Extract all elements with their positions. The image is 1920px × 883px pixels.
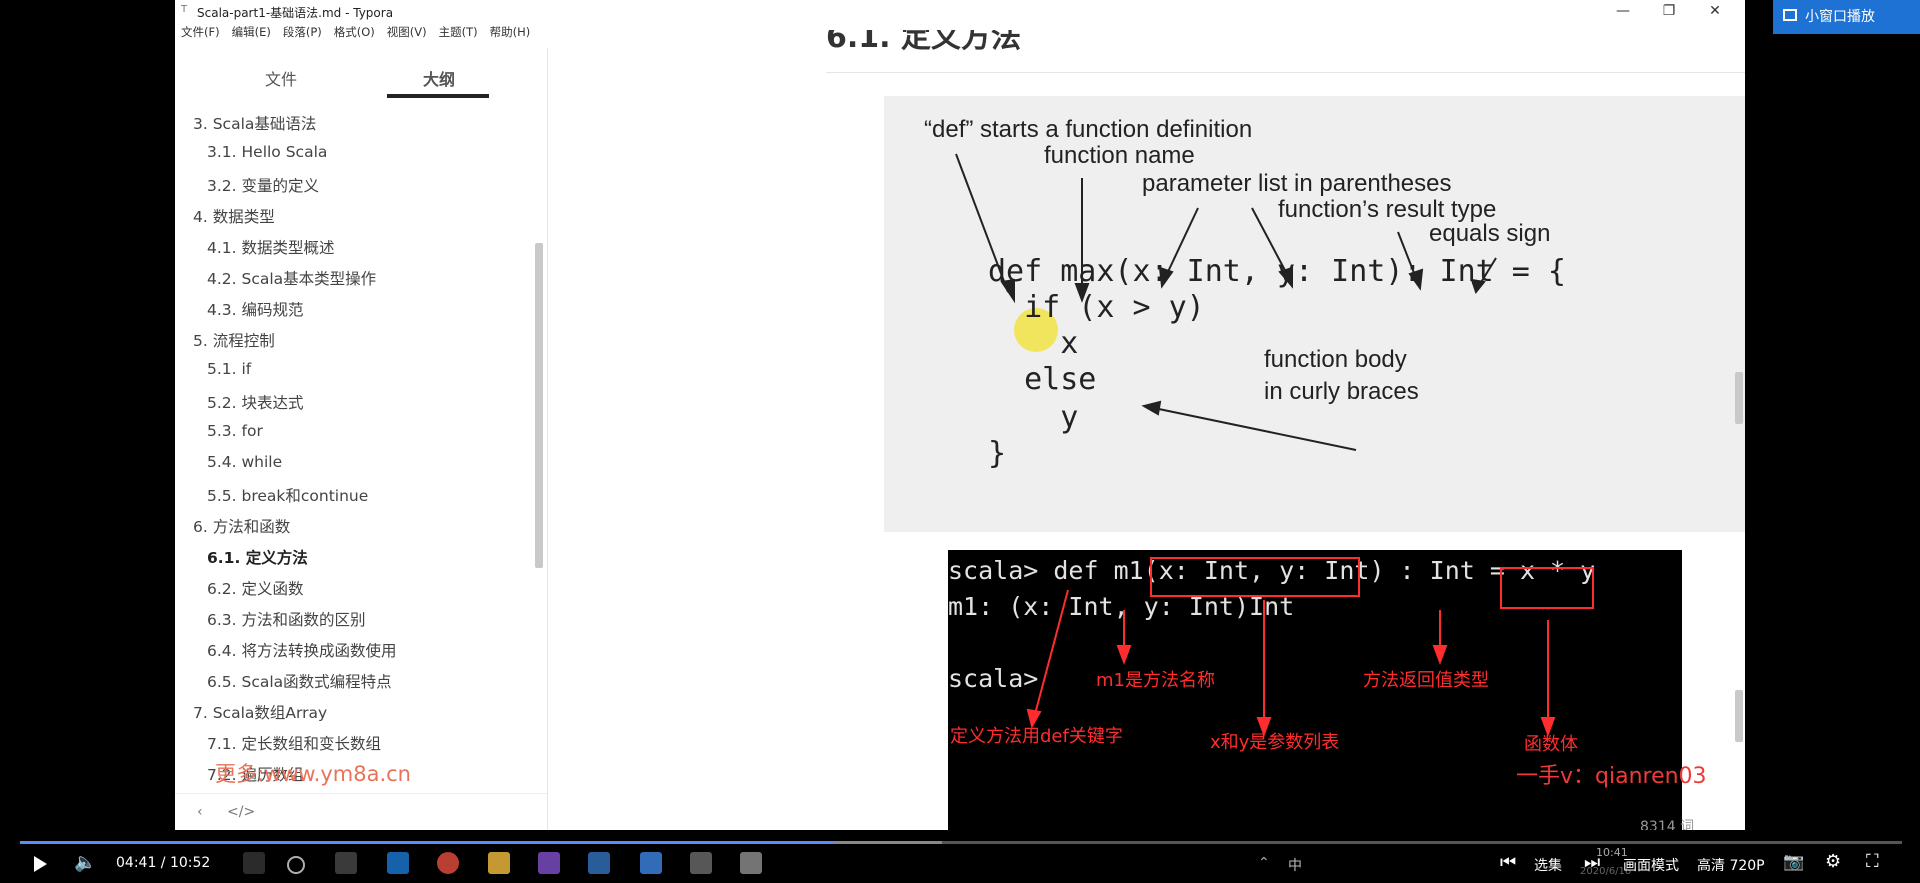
outline-item[interactable]: 6.3. 方法和函数的区别 xyxy=(207,608,366,630)
annotation-parameter-list: parameter list in parentheses xyxy=(1142,170,1452,197)
typora-app-icon: T xyxy=(181,4,188,15)
note-method-name: m1是方法名称 xyxy=(1096,670,1215,691)
close-button[interactable]: ✕ xyxy=(1692,0,1738,22)
chrome-icon xyxy=(437,852,459,874)
outline-item[interactable]: 5.5. break和continue xyxy=(207,484,368,506)
sidebar: 文件 大纲 3. Scala基础语法 3.1. Hello Scala 3.2. 变… xyxy=(175,48,548,830)
outline-item[interactable]: 4.3. 编码规范 xyxy=(207,298,304,320)
outline-item[interactable]: 6.1. 定义方法 xyxy=(207,546,308,568)
outline-item[interactable]: 4.2. Scala基本类型操作 xyxy=(207,267,376,289)
outline-item[interactable]: 6. 方法和函数 xyxy=(193,515,290,537)
volume-icon[interactable]: 🔈 xyxy=(74,852,96,873)
mini-window-icon xyxy=(1783,9,1797,21)
code-line: y xyxy=(988,400,1079,435)
app-icon xyxy=(690,852,712,874)
outline-item[interactable]: 7. Scala数组Array xyxy=(193,701,327,723)
typora-taskbar-icon xyxy=(740,852,762,874)
mini-window-label: 小窗口播放 xyxy=(1805,9,1875,25)
annotation-equals-sign: equals sign xyxy=(1429,220,1551,247)
outline-item[interactable]: 3.1. Hello Scala xyxy=(207,143,327,161)
outline-item[interactable]: 5. 流程控制 xyxy=(193,329,275,351)
annotation-function-name: function name xyxy=(1044,142,1195,169)
outline-list: 3. Scala基础语法 3.1. Hello Scala 3.2. 变量的定义 4.… xyxy=(175,112,535,820)
outline-item[interactable]: 7.1. 定长数组和变长数组 xyxy=(207,732,381,754)
play-icon[interactable] xyxy=(34,856,47,872)
active-tab-indicator xyxy=(387,94,489,98)
menu-paragraph[interactable]: 段落(P) xyxy=(283,25,322,39)
heading-divider xyxy=(826,72,1745,73)
search-icon xyxy=(243,852,265,874)
outline-item[interactable]: 6.4. 将方法转换成函数使用 xyxy=(207,639,397,661)
watermark-right: 一手v：qianren03 xyxy=(1516,764,1707,789)
annotation-def: “def” starts a function definition xyxy=(924,116,1253,143)
outline-item[interactable]: 4.1. 数据类型概述 xyxy=(207,236,335,258)
menu-theme[interactable]: 主题(T) xyxy=(439,25,478,39)
code-line: if (x > y) xyxy=(988,290,1205,325)
minimize-button[interactable]: — xyxy=(1600,0,1646,22)
tab-outline[interactable]: 大纲 xyxy=(423,66,455,90)
task-view-icon xyxy=(335,852,357,874)
note-function-body: 函数体 xyxy=(1524,734,1578,755)
title-bar: T Scala-part1-基础语法.md - Typora — ❐ ✕ xyxy=(175,0,1745,22)
menu-edit[interactable]: 编辑(E) xyxy=(232,25,271,39)
settings-gear-icon[interactable]: ⚙ xyxy=(1825,851,1841,872)
typora-window: T Scala-part1-基础语法.md - Typora — ❐ ✕ 文件(… xyxy=(175,0,1745,830)
collapse-sidebar-icon[interactable]: ‹ xyxy=(197,804,203,820)
word-count[interactable]: 8314 词 xyxy=(1640,816,1694,830)
document-area: 6.1. 定义方法 “def” starts a function defini… xyxy=(548,22,1745,830)
outline-item[interactable]: 5.3. for xyxy=(207,422,263,440)
previous-icon[interactable]: ⏮ xyxy=(1500,852,1516,873)
window-title: Scala-part1-基础语法.md - Typora xyxy=(197,6,394,20)
outline-item[interactable]: 3. Scala基础语法 xyxy=(193,112,316,134)
screenshot-icon[interactable]: 📷 xyxy=(1783,852,1804,872)
menu-view[interactable]: 视图(V) xyxy=(387,25,427,39)
app-icon xyxy=(588,852,610,874)
sidebar-scrollbar[interactable] xyxy=(535,243,543,568)
source-code-mode-icon[interactable]: </> xyxy=(227,804,255,820)
menu-help[interactable]: 帮助(H) xyxy=(490,25,531,39)
edge-browser-icon xyxy=(387,852,409,874)
quality-button[interactable]: 高清 720P xyxy=(1697,855,1765,875)
ime-indicator: 中 xyxy=(1288,858,1302,874)
note-def-keyword: 定义方法用def关键字 xyxy=(950,726,1123,747)
app-icon xyxy=(640,852,662,874)
annotation-curly-braces: in curly braces xyxy=(1264,378,1419,405)
menu-format[interactable]: 格式(O) xyxy=(334,25,375,39)
outline-item[interactable]: 4. 数据类型 xyxy=(193,205,275,227)
maximize-button[interactable]: ❐ xyxy=(1646,0,1692,22)
tray-chevron-icon: ⌃ xyxy=(1258,855,1270,871)
code-line: else xyxy=(988,362,1097,397)
menu-bar: 文件(F) 编辑(E) 段落(P) 格式(O) 视图(V) 主题(T) 帮助(H) xyxy=(175,24,536,46)
code-line: x xyxy=(988,326,1079,361)
menu-file[interactable]: 文件(F) xyxy=(181,25,220,39)
cortana-icon xyxy=(287,856,305,874)
document-scrollbar-thumb-lower[interactable] xyxy=(1735,690,1743,742)
annotation-function-body: function body xyxy=(1264,346,1407,373)
outline-item[interactable]: 5.4. while xyxy=(207,453,282,471)
file-explorer-icon xyxy=(488,852,510,874)
outline-item[interactable]: 3.2. 变量的定义 xyxy=(207,174,319,196)
time-display: 04:41 / 10:52 xyxy=(116,855,211,871)
outline-item[interactable]: 5.1. if xyxy=(207,360,251,378)
fullscreen-icon[interactable]: ⛶ xyxy=(1866,851,1879,872)
note-parameter-list: x和y是参数列表 xyxy=(1210,732,1340,753)
code-line: def max(x: Int, y: Int): Int = { xyxy=(988,254,1566,289)
outline-item[interactable]: 6.2. 定义函数 xyxy=(207,577,304,599)
sidebar-footer: ‹ </> xyxy=(175,793,547,830)
document-scrollbar-thumb[interactable] xyxy=(1735,372,1743,424)
video-control-bar: 🔈 04:41 / 10:52 ⌃ 中 ⏮ 选集 ⏭ 10:41 2020/6/… xyxy=(0,844,1920,883)
watermark-left: 更多:www.ym8a.cn xyxy=(215,762,411,786)
tab-files[interactable]: 文件 xyxy=(265,66,297,90)
outline-item[interactable]: 6.5. Scala函数式编程特点 xyxy=(207,670,392,692)
picture-mode-button[interactable]: 画面模式 xyxy=(1623,855,1679,875)
select-episode-button[interactable]: 选集 xyxy=(1534,855,1562,875)
outline-item[interactable]: 5.2. 块表达式 xyxy=(207,391,304,413)
function-definition-diagram: “def” starts a function definition funct… xyxy=(884,96,1745,532)
code-line: } xyxy=(988,436,1007,471)
page-title: 6.1. 定义方法 xyxy=(826,30,1021,52)
mini-window-play-button[interactable]: 小窗口播放 xyxy=(1773,0,1920,34)
note-return-type: 方法返回值类型 xyxy=(1363,670,1489,691)
intellij-icon xyxy=(538,852,560,874)
